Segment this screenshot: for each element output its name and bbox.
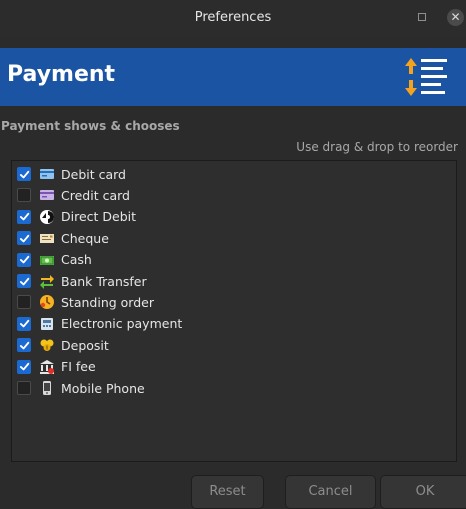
maximize-button[interactable] <box>418 13 426 21</box>
bank-transfer-icon <box>39 273 55 289</box>
close-button[interactable]: ✕ <box>447 9 464 26</box>
checkbox[interactable] <box>17 359 31 374</box>
checkbox[interactable] <box>17 252 31 267</box>
list-item[interactable]: Cheque <box>17 228 109 248</box>
checkbox[interactable] <box>17 231 31 246</box>
credit-card-icon <box>39 187 55 203</box>
list-item[interactable]: FI fee <box>17 357 96 377</box>
list-item-label: Deposit <box>61 337 109 353</box>
list-item[interactable]: Mobile Phone <box>17 378 145 398</box>
reset-button[interactable]: Reset <box>191 475 264 509</box>
list-item-label: Credit card <box>61 187 130 203</box>
ok-button[interactable]: OK <box>380 475 466 509</box>
checkbox[interactable] <box>17 188 31 203</box>
title-bar: Preferences ✕ <box>0 0 466 36</box>
window-title: Preferences <box>194 10 272 25</box>
direct-debit-icon <box>39 209 55 225</box>
checkbox[interactable] <box>17 295 31 310</box>
list-item-label: Bank Transfer <box>61 273 147 289</box>
list-item-label: FI fee <box>61 359 96 375</box>
list-item[interactable]: Credit card <box>17 185 130 205</box>
list-item[interactable]: Direct Debit <box>17 207 136 227</box>
fi-fee-icon <box>39 359 55 375</box>
list-item[interactable]: Bank Transfer <box>17 271 147 291</box>
list-item-label: Standing order <box>61 294 154 310</box>
close-icon: ✕ <box>450 10 461 24</box>
cash-icon <box>39 252 55 268</box>
checkbox[interactable] <box>17 209 31 224</box>
electronic-payment-icon <box>39 316 55 332</box>
list-item-label: Electronic payment <box>61 316 183 332</box>
list-item[interactable]: Deposit <box>17 335 109 355</box>
list-item-label: Debit card <box>61 166 126 182</box>
list-item-label: Direct Debit <box>61 209 137 225</box>
debit-card-icon <box>39 166 55 182</box>
list-item[interactable]: Debit card <box>17 164 126 184</box>
mobile-phone-icon <box>39 380 55 396</box>
header-banner: Payment <box>0 48 466 106</box>
sort-list-icon <box>405 58 447 96</box>
checkbox[interactable] <box>17 338 31 353</box>
checkbox[interactable] <box>17 167 31 181</box>
list-item[interactable]: Standing order <box>17 292 154 312</box>
standing-order-icon <box>39 294 55 310</box>
list-item[interactable]: Cash <box>17 250 92 270</box>
checkbox[interactable] <box>17 274 31 288</box>
page-title: Payment <box>7 62 116 87</box>
list-item-label: Cheque <box>61 230 109 246</box>
section-label: Payment shows & chooses <box>1 119 180 133</box>
reorder-hint: Use drag & drop to reorder <box>296 140 458 154</box>
list-item-label: Cash <box>61 252 92 268</box>
payment-method-list[interactable]: Debit card Credit card Direct Debit Cheque C… <box>11 160 457 462</box>
deposit-icon <box>39 337 55 353</box>
checkbox[interactable] <box>17 381 31 395</box>
cheque-icon <box>39 230 55 246</box>
checkbox[interactable] <box>17 316 31 331</box>
list-item-label: Mobile Phone <box>61 380 145 396</box>
list-item[interactable]: Electronic payment <box>17 314 182 334</box>
cancel-button[interactable]: Cancel <box>285 475 376 509</box>
